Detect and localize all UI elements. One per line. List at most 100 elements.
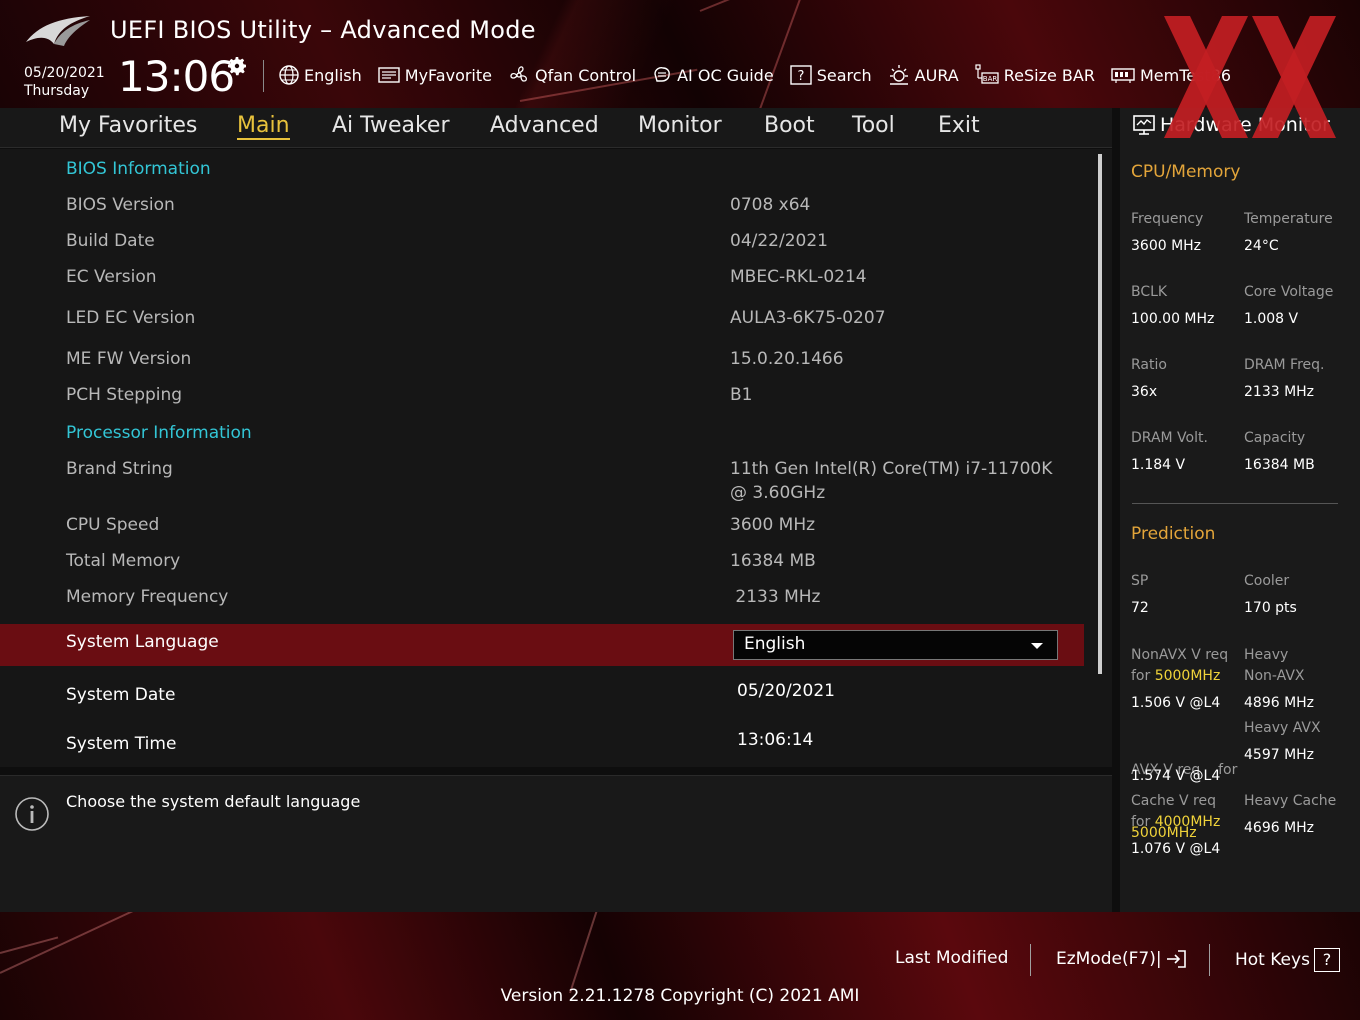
toolbar-language-button[interactable]: English [278, 64, 362, 86]
menu-ai-tweaker[interactable]: Ai Tweaker [332, 113, 450, 138]
footer-bar: Last Modified EzMode(F7)| Hot Keys ? Ver… [0, 912, 1360, 1020]
hwm-frequency-label: Frequency [1131, 211, 1204, 227]
nonavx-for-text: for [1131, 668, 1155, 684]
heavy-avx-value: 4597 MHz [1244, 747, 1315, 763]
processor-information-heading: Processor Information [66, 423, 252, 443]
nonavx-req-label: NonAVX V req for 5000MHz [1131, 645, 1228, 687]
system-date-field[interactable]: 05/20/2021 [737, 679, 835, 703]
hwm-divider [1132, 503, 1338, 504]
total-memory-label: Total Memory [66, 551, 181, 571]
toolbar-resize-bar-button[interactable]: BAR ReSize BAR [974, 63, 1095, 87]
search-icon: ? [789, 65, 812, 85]
hwm-capacity-label: Capacity [1244, 430, 1306, 446]
hwm-dram-volt-value: 1.184 V [1131, 457, 1186, 473]
hwm-bclk-label: BCLK [1131, 284, 1168, 300]
toolbar-search-label: Search [816, 65, 872, 85]
nonavx-req-label-line2: for 5000MHz [1131, 666, 1228, 687]
pch-stepping-label: PCH Stepping [66, 385, 183, 405]
cache-req-value: 1.076 V @L4 [1131, 841, 1221, 857]
toolbar-ai-oc-guide-button[interactable]: AI OC Guide [651, 64, 774, 86]
svg-text:BAR: BAR [983, 75, 998, 83]
bios-information-heading: BIOS Information [66, 159, 211, 179]
me-fw-version-label: ME FW Version [66, 349, 192, 369]
toolbar: English MyFavorite Qfan Control AI OC Gu… [278, 62, 1246, 88]
toolbar-myfavorite-label: MyFavorite [404, 65, 492, 85]
hot-keys-button[interactable]: Hot Keys ? [1235, 948, 1340, 972]
toolbar-aura-button[interactable]: AURA [887, 63, 959, 87]
ec-version-label: EC Version [66, 267, 157, 287]
toolbar-qfan-label: Qfan Control [535, 65, 637, 85]
toolbar-qfan-button[interactable]: Qfan Control [507, 63, 636, 87]
fan-icon [510, 66, 528, 82]
brand-string-line1: 11th Gen Intel(R) Core(TM) i7-11700K [730, 459, 1053, 479]
version-copyright: Version 2.21.1278 Copyright (C) 2021 AMI [500, 986, 860, 1006]
toolbar-resize-bar-label: ReSize BAR [1003, 65, 1095, 85]
clock-settings-gear-icon[interactable] [225, 54, 249, 78]
rog-logo-icon [26, 16, 90, 46]
info-icon [15, 797, 49, 831]
cache-req-label: Cache V req for 4000MHz [1131, 791, 1220, 833]
toolbar-ai-oc-guide-label: AI OC Guide [677, 65, 774, 85]
header-bar: UEFI BIOS Utility – Advanced Mode 05/20/… [0, 0, 1360, 108]
cpu-speed-value: 3600 MHz [730, 515, 816, 535]
heavy-avx-label: Heavy AVX [1244, 720, 1321, 736]
menu-my-favorites[interactable]: My Favorites [59, 113, 197, 138]
menu-main[interactable]: Main [237, 113, 290, 140]
hwm-capacity-value: 16384 MB [1244, 457, 1315, 473]
toolbar-search-button[interactable]: ? Search [789, 64, 872, 86]
menu-advanced[interactable]: Advanced [490, 113, 599, 138]
ai-chip-icon [654, 67, 670, 82]
footer-divider [1030, 944, 1031, 976]
brand-string-line2: @ 3.60GHz [730, 483, 826, 503]
decor-streak [759, 0, 809, 108]
last-modified-button[interactable]: Last Modified [895, 948, 1008, 968]
menu-monitor[interactable]: Monitor [638, 113, 722, 138]
me-fw-version-value: 15.0.20.1466 [730, 349, 844, 369]
memory-frequency-label: Memory Frequency [66, 587, 229, 607]
resize-bar-icon: BAR [975, 64, 999, 84]
chevron-down-icon [1031, 643, 1043, 649]
brand-string-value: 11th Gen Intel(R) Core(TM) i7-11700K @ 3… [730, 457, 1052, 505]
heavy-cache-label: Heavy Cache [1244, 793, 1337, 809]
main-scrollbar[interactable] [1098, 154, 1102, 674]
toolbar-myfavorite-button[interactable]: MyFavorite [377, 65, 492, 85]
hwm-temperature-label: Temperature [1244, 211, 1333, 227]
hardware-monitor-panel: Hardware Monitor CPU/Memory Frequency 36… [1120, 108, 1360, 912]
decor-streak [0, 936, 59, 954]
system-language-value: English [744, 634, 806, 654]
hwm-dram-freq-label: DRAM Freq. [1244, 357, 1325, 373]
ezmode-button[interactable]: EzMode(F7)| [1056, 948, 1188, 970]
menu-tool[interactable]: Tool [852, 113, 895, 138]
hwm-bclk-value: 100.00 MHz [1131, 311, 1215, 327]
hwm-dram-freq-value: 2133 MHz [1244, 384, 1315, 400]
menu-boot[interactable]: Boot [764, 113, 815, 138]
brand-string-label: Brand String [66, 459, 173, 479]
build-date-label: Build Date [66, 231, 155, 251]
prediction-heading: Prediction [1131, 524, 1216, 544]
toolbar-memtest-button[interactable]: MemTest86 [1110, 65, 1231, 85]
clock-display: 13:06 [118, 52, 235, 101]
sp-label: SP [1131, 573, 1149, 589]
cooler-value: 170 pts [1244, 600, 1297, 616]
cache-req-label-line1: Cache V req [1131, 793, 1216, 809]
cache-req-label-line2: for 4000MHz [1131, 812, 1220, 833]
memtest-icon [1111, 68, 1135, 83]
heavy-nonavx-value: 4896 MHz [1244, 695, 1315, 711]
cache-target-freq: 4000MHz [1154, 814, 1221, 830]
bios-version-value: 0708 x64 [730, 195, 811, 215]
menu-exit[interactable]: Exit [938, 113, 980, 138]
system-language-dropdown[interactable]: English [733, 630, 1058, 660]
nonavx-target-freq: 5000MHz [1154, 668, 1221, 684]
bios-version-label: BIOS Version [66, 195, 175, 215]
exit-arrow-icon [1166, 950, 1186, 968]
system-date-label: System Date [66, 685, 176, 705]
heavy-cache-value: 4696 MHz [1244, 820, 1315, 836]
system-language-label: System Language [66, 632, 219, 652]
cooler-label: Cooler [1244, 573, 1290, 589]
cpu-memory-heading: CPU/Memory [1131, 162, 1241, 182]
hardware-monitor-title-text: Hardware Monitor [1160, 114, 1330, 136]
hwm-core-voltage-label: Core Voltage [1244, 284, 1334, 300]
system-time-field[interactable]: 13:06:14 [737, 728, 813, 752]
hwm-frequency-value: 3600 MHz [1131, 238, 1202, 254]
header-divider [263, 60, 264, 92]
